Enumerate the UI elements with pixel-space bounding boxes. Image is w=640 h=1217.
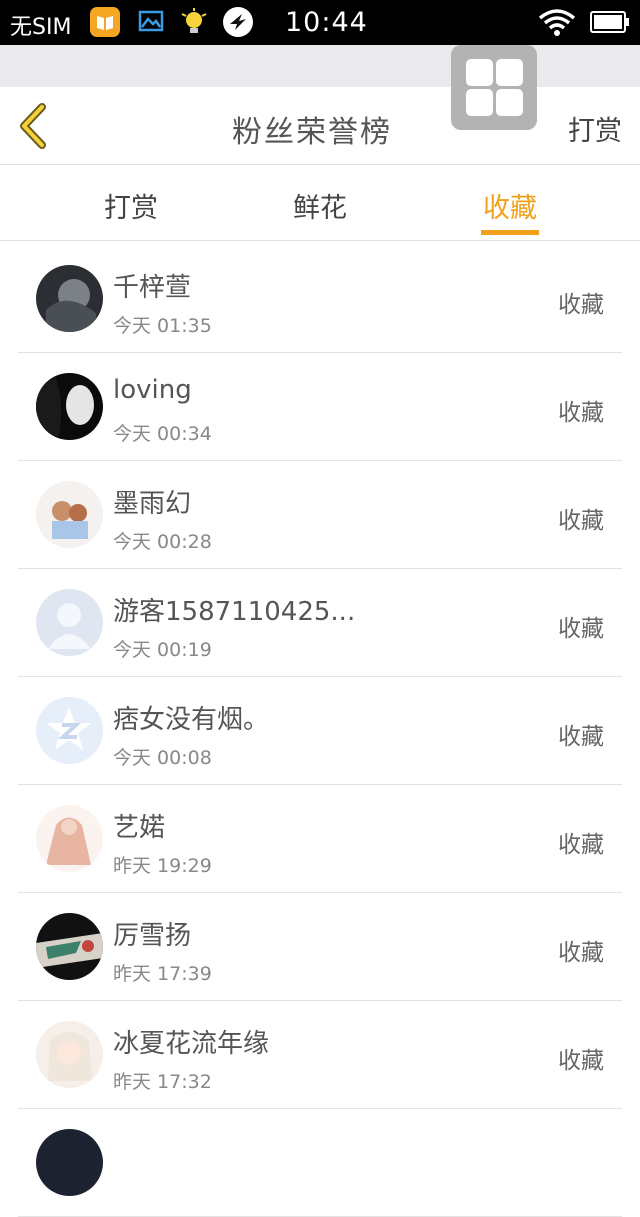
action-label: 收藏 [558,616,604,642]
user-name: 艺婼 [113,813,166,843]
avatar [36,265,103,332]
user-name: loving [113,375,192,405]
avatar [36,805,103,872]
tab-favorites[interactable]: 收藏 [475,186,545,225]
tab-bar: 打赏 鲜花 收藏 [0,165,640,241]
wifi-icon [538,9,576,41]
floating-menu-button[interactable] [451,45,537,130]
bird-app-icon [222,6,254,38]
avatar [36,1129,103,1196]
active-tab-indicator [481,230,539,235]
avatar [36,481,103,548]
user-name: 游客1587110425... [113,597,356,627]
bulb-notification-icon [178,6,210,38]
timestamp: 今天 00:19 [113,639,212,661]
user-name: 千梓萱 [113,273,192,303]
avatar [36,373,103,440]
action-label: 收藏 [558,832,604,858]
action-label: 收藏 [558,508,604,534]
tab-flowers[interactable]: 鲜花 [285,186,355,225]
action-label: 收藏 [558,940,604,966]
action-label: 收藏 [558,1048,604,1074]
timestamp: 昨天 17:39 [113,963,212,985]
timestamp: 今天 01:35 [113,315,212,337]
list-item[interactable]: 厉雪扬 昨天 17:39 收藏 [18,892,622,1001]
avatar [36,589,103,656]
avatar [36,697,103,764]
user-name: 墨雨幻 [113,489,192,519]
top-spacer [0,45,640,87]
timestamp: 今天 00:08 [113,747,212,769]
avatar [36,1021,103,1088]
list-item[interactable] [18,1108,622,1217]
timestamp: 昨天 17:32 [113,1071,212,1093]
list-item[interactable]: loving 今天 00:34 收藏 [18,352,622,461]
reader-app-icon [89,6,121,38]
list-item[interactable]: 千梓萱 今天 01:35 收藏 [18,244,622,353]
list-item[interactable]: 墨雨幻 今天 00:28 收藏 [18,460,622,569]
carrier-label: 无SIM [10,15,72,40]
gallery-app-icon [136,6,166,38]
timestamp: 今天 00:28 [113,531,212,553]
navigation-header: 粉丝荣誉榜 打赏 [0,87,640,165]
user-name: 痞女没有烟。 [113,705,270,735]
action-label: 收藏 [558,292,604,318]
list-item[interactable]: 游客1587110425... 今天 00:19 收藏 [18,568,622,677]
status-bar: 无SIM 10:44 [0,0,640,45]
timestamp: 今天 00:34 [113,423,212,445]
tab-reward[interactable]: 打赏 [96,186,166,225]
list-item[interactable]: 艺婼 昨天 19:29 收藏 [18,784,622,893]
battery-icon [590,11,630,37]
user-name: 厉雪扬 [113,921,192,951]
clock-time: 10:44 [285,7,368,38]
avatar [36,913,103,980]
list-item[interactable]: 冰夏花流年缘 昨天 17:32 收藏 [18,1000,622,1109]
action-label: 收藏 [558,724,604,750]
user-name: 冰夏花流年缘 [113,1029,270,1059]
reward-button[interactable]: 打赏 [568,109,622,148]
timestamp: 昨天 19:29 [113,855,212,877]
list-item[interactable]: 痞女没有烟。 今天 00:08 收藏 [18,676,622,785]
action-label: 收藏 [558,400,604,426]
